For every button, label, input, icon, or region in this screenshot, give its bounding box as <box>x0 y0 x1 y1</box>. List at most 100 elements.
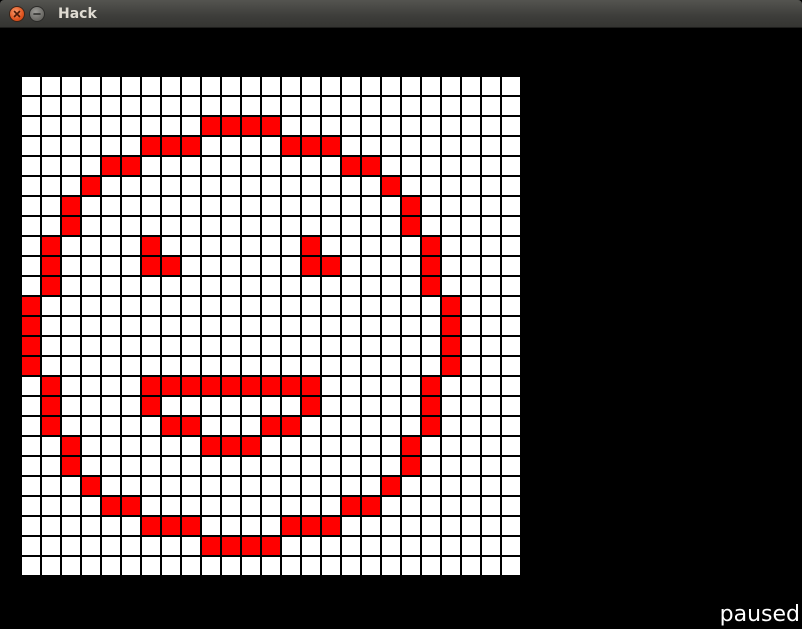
dead-cell[interactable] <box>62 537 80 555</box>
dead-cell[interactable] <box>342 357 360 375</box>
dead-cell[interactable] <box>502 277 520 295</box>
dead-cell[interactable] <box>262 457 280 475</box>
dead-cell[interactable] <box>422 357 440 375</box>
alive-cell[interactable] <box>242 117 260 135</box>
dead-cell[interactable] <box>422 317 440 335</box>
dead-cell[interactable] <box>162 477 180 495</box>
close-button[interactable] <box>9 6 25 22</box>
dead-cell[interactable] <box>442 157 460 175</box>
dead-cell[interactable] <box>482 137 500 155</box>
dead-cell[interactable] <box>442 517 460 535</box>
dead-cell[interactable] <box>402 157 420 175</box>
dead-cell[interactable] <box>222 517 240 535</box>
dead-cell[interactable] <box>402 97 420 115</box>
dead-cell[interactable] <box>502 297 520 315</box>
dead-cell[interactable] <box>462 297 480 315</box>
dead-cell[interactable] <box>302 537 320 555</box>
dead-cell[interactable] <box>222 557 240 575</box>
dead-cell[interactable] <box>262 557 280 575</box>
alive-cell[interactable] <box>142 377 160 395</box>
dead-cell[interactable] <box>142 357 160 375</box>
dead-cell[interactable] <box>302 217 320 235</box>
dead-cell[interactable] <box>402 137 420 155</box>
dead-cell[interactable] <box>122 137 140 155</box>
alive-cell[interactable] <box>22 337 40 355</box>
dead-cell[interactable] <box>482 237 500 255</box>
dead-cell[interactable] <box>462 437 480 455</box>
dead-cell[interactable] <box>442 497 460 515</box>
dead-cell[interactable] <box>282 457 300 475</box>
dead-cell[interactable] <box>402 517 420 535</box>
dead-cell[interactable] <box>62 357 80 375</box>
dead-cell[interactable] <box>202 257 220 275</box>
dead-cell[interactable] <box>282 77 300 95</box>
dead-cell[interactable] <box>22 457 40 475</box>
dead-cell[interactable] <box>502 197 520 215</box>
dead-cell[interactable] <box>342 297 360 315</box>
dead-cell[interactable] <box>262 197 280 215</box>
dead-cell[interactable] <box>322 77 340 95</box>
dead-cell[interactable] <box>502 517 520 535</box>
dead-cell[interactable] <box>482 197 500 215</box>
dead-cell[interactable] <box>382 377 400 395</box>
dead-cell[interactable] <box>242 197 260 215</box>
dead-cell[interactable] <box>422 517 440 535</box>
dead-cell[interactable] <box>442 97 460 115</box>
dead-cell[interactable] <box>282 397 300 415</box>
dead-cell[interactable] <box>202 317 220 335</box>
dead-cell[interactable] <box>402 77 420 95</box>
alive-cell[interactable] <box>422 417 440 435</box>
dead-cell[interactable] <box>62 117 80 135</box>
dead-cell[interactable] <box>482 397 500 415</box>
dead-cell[interactable] <box>102 117 120 135</box>
alive-cell[interactable] <box>162 257 180 275</box>
dead-cell[interactable] <box>382 317 400 335</box>
dead-cell[interactable] <box>82 217 100 235</box>
dead-cell[interactable] <box>342 257 360 275</box>
dead-cell[interactable] <box>342 557 360 575</box>
dead-cell[interactable] <box>162 457 180 475</box>
dead-cell[interactable] <box>82 497 100 515</box>
dead-cell[interactable] <box>82 357 100 375</box>
alive-cell[interactable] <box>442 337 460 355</box>
alive-cell[interactable] <box>222 117 240 135</box>
dead-cell[interactable] <box>242 477 260 495</box>
dead-cell[interactable] <box>122 397 140 415</box>
dead-cell[interactable] <box>22 117 40 135</box>
dead-cell[interactable] <box>502 217 520 235</box>
dead-cell[interactable] <box>82 397 100 415</box>
dead-cell[interactable] <box>162 217 180 235</box>
dead-cell[interactable] <box>362 77 380 95</box>
dead-cell[interactable] <box>222 337 240 355</box>
alive-cell[interactable] <box>382 477 400 495</box>
dead-cell[interactable] <box>482 437 500 455</box>
dead-cell[interactable] <box>182 497 200 515</box>
dead-cell[interactable] <box>302 337 320 355</box>
dead-cell[interactable] <box>322 97 340 115</box>
dead-cell[interactable] <box>402 117 420 135</box>
dead-cell[interactable] <box>482 157 500 175</box>
dead-cell[interactable] <box>82 257 100 275</box>
alive-cell[interactable] <box>422 397 440 415</box>
dead-cell[interactable] <box>282 157 300 175</box>
dead-cell[interactable] <box>482 97 500 115</box>
dead-cell[interactable] <box>242 277 260 295</box>
dead-cell[interactable] <box>102 77 120 95</box>
dead-cell[interactable] <box>122 197 140 215</box>
dead-cell[interactable] <box>42 557 60 575</box>
dead-cell[interactable] <box>442 137 460 155</box>
dead-cell[interactable] <box>482 357 500 375</box>
alive-cell[interactable] <box>22 297 40 315</box>
dead-cell[interactable] <box>302 317 320 335</box>
dead-cell[interactable] <box>242 217 260 235</box>
dead-cell[interactable] <box>62 337 80 355</box>
alive-cell[interactable] <box>302 257 320 275</box>
dead-cell[interactable] <box>82 457 100 475</box>
dead-cell[interactable] <box>202 557 220 575</box>
dead-cell[interactable] <box>422 497 440 515</box>
dead-cell[interactable] <box>142 337 160 355</box>
dead-cell[interactable] <box>22 177 40 195</box>
dead-cell[interactable] <box>122 357 140 375</box>
dead-cell[interactable] <box>262 357 280 375</box>
dead-cell[interactable] <box>242 417 260 435</box>
